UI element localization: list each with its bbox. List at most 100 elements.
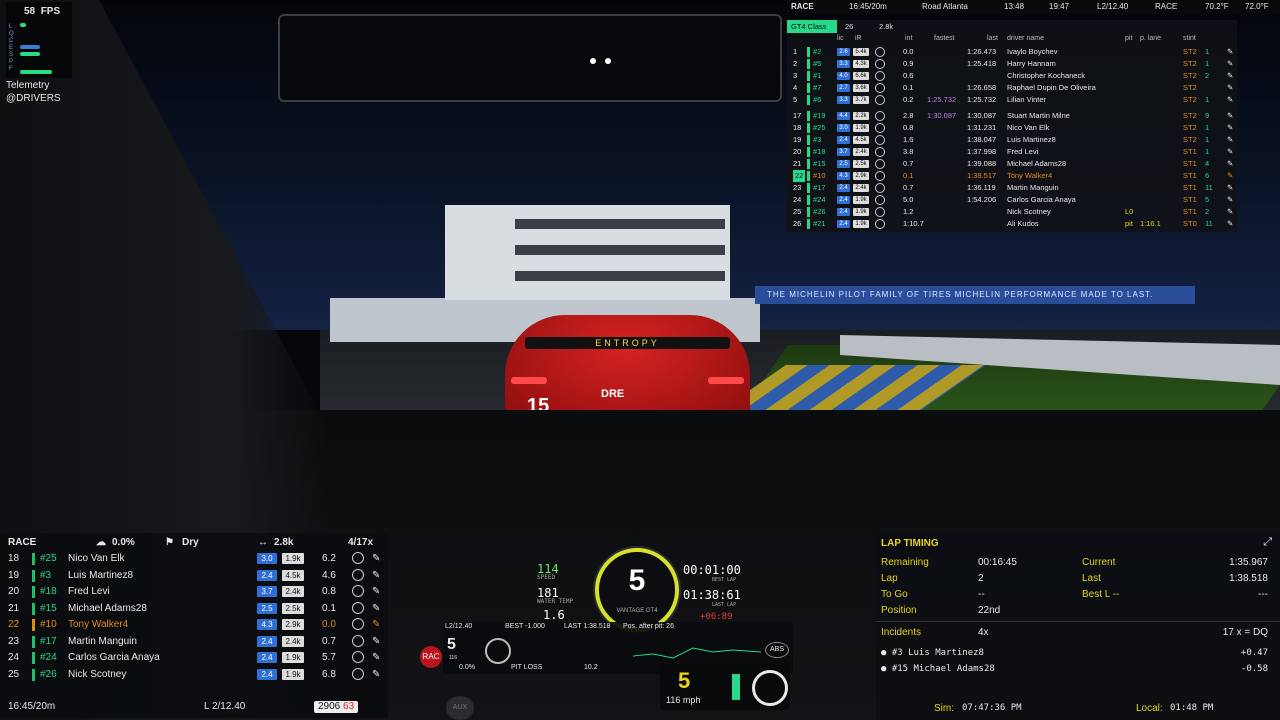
lap-value: 2 [978,573,984,584]
leaderboard-row[interactable]: 17 #19 4.4 2.2k 2.8 1:30.087 1:30.087 Stuart Ma… [787,110,1237,122]
standings-row[interactable]: 23 #17 Martin Manguin 2.4 2.4k 0.7 ✎ [0,634,388,650]
leaderboard-row[interactable]: 21 #15 2.5 2.5k 0.7 1:39.088 Michael Adams28 ST… [787,158,1237,170]
car-make-icon [352,552,364,564]
standings-row[interactable]: 19 #3 Luis Martinez8 2.4 4.5k 4.6 ✎ [0,568,388,584]
row-driver-name: Raphael Dupin De Oliveira [1007,83,1096,92]
leaderboard-row[interactable]: 18 #25 3.0 1.9k 0.8 1:31.231 Nico Van Elk ST2 1 ✎ [787,122,1237,134]
row-driver-name: Ali Kudos [1007,219,1039,228]
pencil-icon: ✎ [1227,195,1234,204]
standings-footer: 16:45/20m L 2/12.40 2906 63 [0,699,388,715]
aux-button[interactable]: AUX [446,696,474,720]
car-make-icon [875,183,885,193]
leaderboard-row[interactable]: 3 #1 4.0 6.6k 0.6 Christopher Kochaneck ST2 2 ✎ [787,70,1237,82]
leaderboard-row[interactable]: 19 #3 2.4 4.5k 1.6 1:38.047 Luis Martinez8 ST2 1… [787,134,1237,146]
leaderboard-row[interactable]: 2 #5 3.3 4.3k 0.9 1:25.418 Harry Hannam ST2 1 ✎ [787,58,1237,70]
col-pit-lane: p. lane [1140,35,1162,42]
fps-label: FPS [40,6,61,17]
irating-badge: 4.5k [853,136,869,144]
session-remaining: 16:45/20m [849,2,887,11]
car-make-icon [875,159,885,169]
weather-value: Dry [182,537,199,548]
leaderboard-row[interactable]: 22 #10 4.3 2.9k 0.1 1:38.517 Tony Walker4 ST1 6 ✎ [787,170,1237,182]
row-interval: 0.9 [903,59,914,68]
tab-class[interactable]: GT4 Class [787,20,837,33]
car-make-icon [352,634,364,647]
leaderboard-row[interactable]: 5 #6 3.3 3.7k 0.2 1:25.732 1:25.732 Lilian Vint… [787,94,1237,106]
michelin-banner: THE MICHELIN PILOT FAMILY OF TIRES MICHE… [755,286,1195,304]
standings-row[interactable]: 18 #25 Nico Van Elk 3.0 1.9k 6.2 ✎ [0,551,388,567]
car-make-icon [875,207,885,217]
standings-row[interactable]: 21 #15 Michael Adams28 2.5 2.5k 0.1 ✎ [0,601,388,617]
row-gap: 0.1 [322,602,336,614]
irating-badge: 2.4k [853,148,869,156]
license-badge: 2.7 [837,84,850,92]
standings-row[interactable]: 22 #10 Tony Walker4 4.3 2.9k 0.0 ✎ [0,617,388,633]
local-time-value: 01:48 PM [1170,703,1214,713]
row-position: 19 [8,569,20,581]
row-stint: ST0 [1183,219,1197,228]
leaderboard-row[interactable]: 4 #7 2.7 3.6k 0.1 1:26.658 Raphael Dupin De Ol… [787,82,1237,94]
leaderboard-row[interactable]: 23 #17 2.4 2.4k 0.7 1:36.119 Martin Manguin ST1… [787,182,1237,194]
steering-wheel-icon [752,670,788,706]
pencil-icon: ✎ [372,553,381,564]
col-int: int [905,35,913,42]
class-color-bar [807,135,810,145]
current-label: Current [1082,557,1116,568]
tail-light [511,377,547,384]
pencil-icon: ✎ [372,586,381,597]
row-driver-name: Stuart Martin Milne [1007,111,1070,120]
standings-row[interactable]: 24 #24 Carlos Garcia Anaya 2.4 1.9k 5.7 ✎ [0,650,388,666]
delta-readout: +06:89 [700,612,733,622]
strip-best: BEST -1.000 [505,623,545,630]
clock-time-1: 13:48 [1004,2,1025,11]
row-driver-name: Harry Hannam [1007,59,1056,68]
row-position: 20 [8,586,20,597]
row-position: 24 [793,195,802,204]
pencil-icon: ✎ [1227,135,1234,144]
row-gap: 6.2 [322,553,336,564]
last-label: Last [1082,573,1101,584]
leaderboard-row[interactable]: 25 #26 2.4 1.9k 1.2 Nick Scotney L0 ST1 2 ✎ [787,206,1237,218]
row-delta: 1 [1205,95,1210,104]
row-gap: 5.7 [322,652,336,663]
leaderboard-row[interactable]: 1 #2 2.6 5.4k 0.0 1:26.473 Ivaylo Boychev ST2 1 ✎ [787,46,1237,58]
row-driver-name: Ivaylo Boychev [1007,47,1058,56]
class-color-bar [807,171,810,181]
irating-badge: 1.9k [853,196,869,204]
car-make-icon [875,59,885,69]
irating-badge: 2.2k [853,112,869,120]
row-delta: 2 [1205,71,1210,80]
car-make-icon [875,71,885,81]
row-gap: 0.7 [322,635,336,647]
irating-badge: 1.9k [282,668,304,680]
track-name: Road Atlanta [922,2,968,11]
gear-indicator: 5 [628,564,646,597]
strip-pit-loss: PIT LOSS [511,664,543,671]
irating-badge: 6.6k [853,72,869,80]
footer-rating: 2906 63 [314,701,359,713]
relative-delta: +0.47 [1240,648,1268,658]
standings-row[interactable]: 20 #18 Fred Levi 3.7 2.4k 0.8 ✎ [0,584,388,600]
leaderboard-row[interactable]: 26 #21 2.4 1.9k 1:10.7 Ali Kudos pit 1:16.1 ST0 1… [787,218,1237,230]
to-go-label: To Go [881,589,908,600]
expand-icon[interactable]: ⤢ [1263,536,1272,549]
standings-row[interactable]: 25 #26 Nick Scotney 2.4 1.9k 6.8 ✎ [0,667,388,683]
lap-counter: L2/12.40 [1097,2,1129,11]
leaderboard-row[interactable]: 20 #18 3.7 2.4k 3.8 1:37.998 Fred Levi ST1 1 ✎ [787,146,1237,158]
irating-badge: 2.5k [853,160,869,168]
led-label: E [9,45,14,51]
lap-timing-title: LAP TIMING [881,538,939,549]
strip-pos-after-pit: Pos. after pit: 26 [623,623,674,630]
irating-badge: 1.9k [853,208,869,216]
speedbox-speed: 116 mph [666,695,701,705]
humidity-value: 0.0% [112,537,135,548]
license-badge: 2.4 [837,136,850,144]
leaderboard-row[interactable]: 24 #24 2.4 1.9k 5.0 1:54.206 Carlos Garcia Ana… [787,194,1237,206]
irating-badge: 2.4k [853,184,869,192]
pencil-icon: ✎ [372,668,381,680]
class-color-bar [807,59,810,69]
car-make-icon [875,95,885,105]
row-position: 3 [793,71,798,80]
track-temp: 72.0°F [1245,2,1269,11]
pencil-icon: ✎ [1227,71,1234,80]
